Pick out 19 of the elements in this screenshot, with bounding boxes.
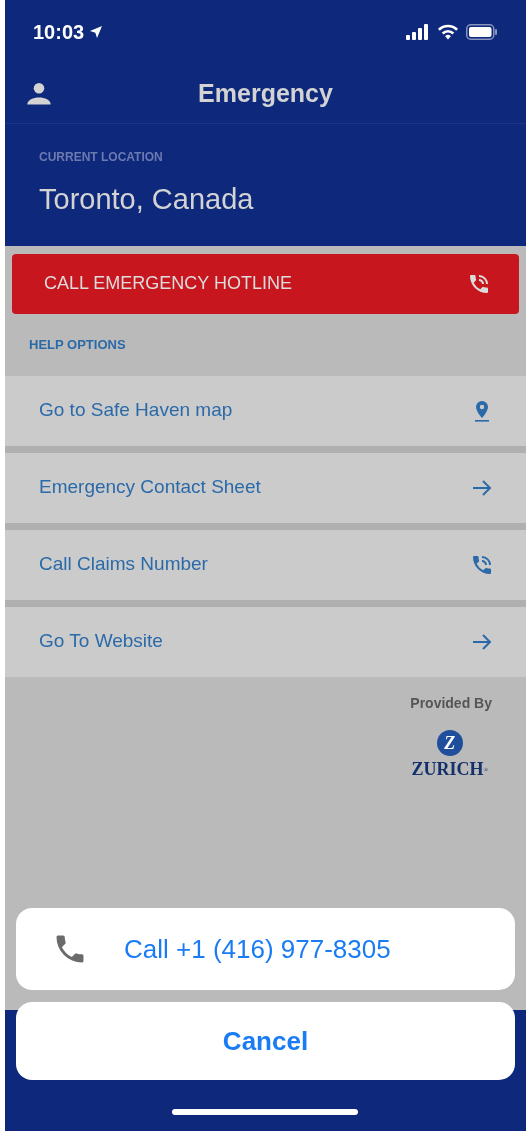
help-option-row[interactable]: Go To Website [5, 606, 526, 677]
help-option-row[interactable]: Emergency Contact Sheet [5, 452, 526, 523]
status-time: 10:03 [33, 20, 85, 45]
cancel-button[interactable]: Cancel [16, 1002, 515, 1080]
wifi-icon [438, 24, 458, 40]
screen-title: Emergency [198, 77, 333, 109]
profile-icon[interactable] [25, 80, 53, 108]
battery-icon [466, 24, 498, 40]
insurer-logo: Z ZURICH$^{®}$ [411, 729, 492, 778]
location-label: CURRENT LOCATION [39, 149, 164, 166]
signal-icon [406, 24, 430, 40]
call-number-button[interactable]: Call +1 (416) 977-8305 [16, 908, 515, 990]
provided-by-label: Provided By [410, 693, 492, 713]
call-hotline-button[interactable]: CALL EMERGENCY HOTLINE [12, 253, 519, 314]
help-option-row[interactable]: Call Claims Number [5, 529, 526, 600]
section-label: HELP OPTIONS [29, 335, 126, 354]
help-option-row[interactable]: Go to Safe Haven map [5, 375, 526, 446]
location-value: Toronto, Canada [39, 182, 255, 217]
location-arrow-icon [88, 24, 105, 40]
